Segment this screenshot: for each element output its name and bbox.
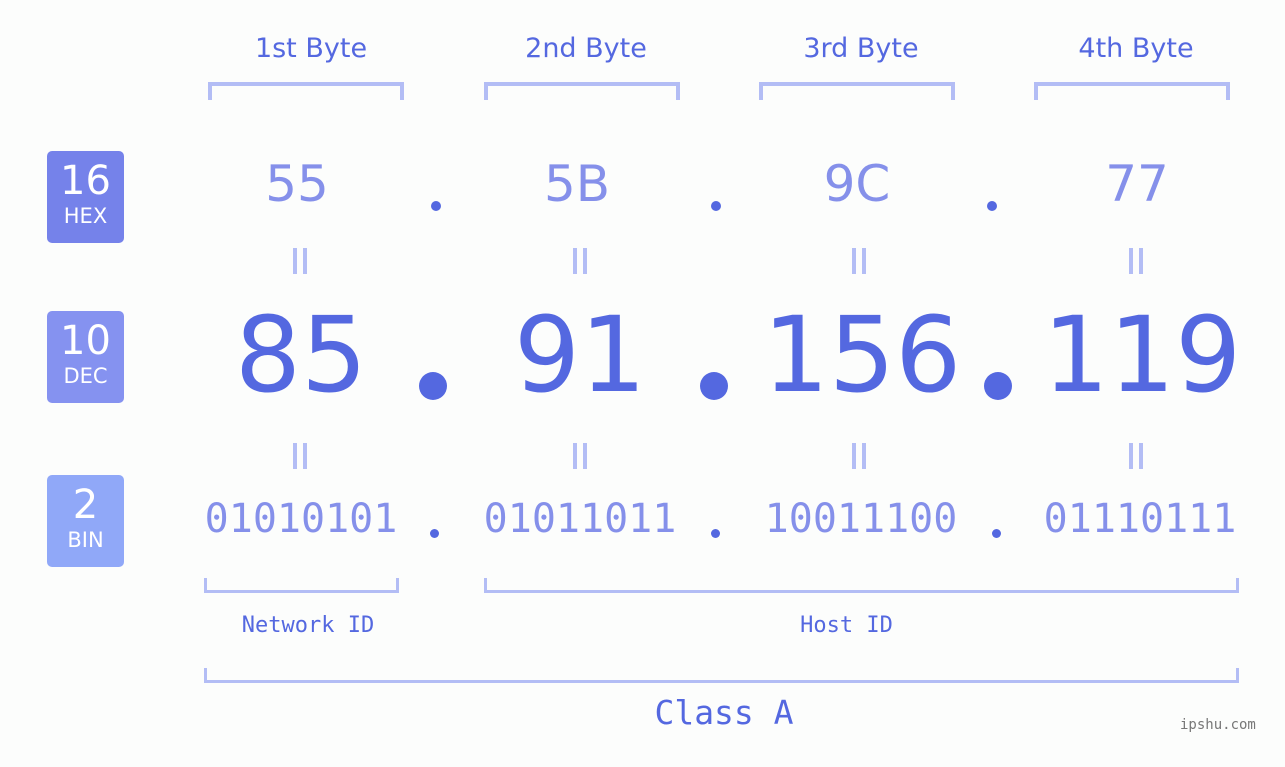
equals-icon [1129,248,1143,274]
bin-badge-label: BIN [67,528,104,552]
hex-badge-number: 16 [60,158,111,204]
bin-badge-number: 2 [72,482,99,528]
watermark: ipshu.com [1180,717,1256,733]
equals-icon [293,248,307,274]
class-bracket [204,668,1239,683]
hex-byte-2: 5B [543,155,611,213]
equals-icon [852,443,866,469]
bin-byte-3: 10011100 [764,496,958,542]
bin-badge: 2 BIN [47,475,124,567]
equals-icon [573,443,587,469]
byte-bracket-2 [484,82,680,100]
class-label: Class A [654,693,794,732]
hex-dot-1 [431,201,441,211]
byte-label-2: 2nd Byte [525,33,647,64]
hex-byte-1: 55 [265,155,329,213]
byte-bracket-4 [1034,82,1230,100]
equals-icon [573,248,587,274]
dec-badge-number: 10 [60,318,111,364]
equals-icon [852,248,866,274]
bin-dot-3 [992,529,1001,538]
dec-byte-3: 156 [762,294,962,416]
bin-byte-4: 01110111 [1043,496,1237,542]
hex-byte-3: 9C [823,155,891,213]
dec-byte-2: 91 [513,294,647,416]
byte-label-4: 4th Byte [1078,33,1194,64]
hex-dot-2 [711,201,721,211]
dec-dot-3 [984,372,1012,400]
dec-dot-1 [419,372,447,400]
byte-bracket-3 [759,82,955,100]
dec-dot-2 [700,372,728,400]
byte-label-3: 3rd Byte [803,33,919,64]
host-id-bracket [484,578,1239,593]
hex-badge-label: HEX [63,204,108,228]
hex-badge: 16 HEX [47,151,124,243]
host-id-label: Host ID [800,613,893,638]
network-id-bracket [204,578,399,593]
bin-dot-2 [711,529,720,538]
bin-byte-1: 01010101 [204,496,398,542]
dec-badge: 10 DEC [47,311,124,403]
hex-byte-4: 77 [1105,155,1169,213]
dec-byte-1: 85 [234,294,368,416]
byte-label-1: 1st Byte [254,33,368,64]
bin-byte-2: 01011011 [483,496,677,542]
bin-dot-1 [430,529,439,538]
equals-icon [293,443,307,469]
equals-icon [1129,443,1143,469]
hex-dot-3 [987,201,997,211]
network-id-label: Network ID [241,613,375,638]
dec-badge-label: DEC [63,364,108,388]
dec-byte-4: 119 [1042,294,1242,416]
byte-bracket-1 [208,82,404,100]
